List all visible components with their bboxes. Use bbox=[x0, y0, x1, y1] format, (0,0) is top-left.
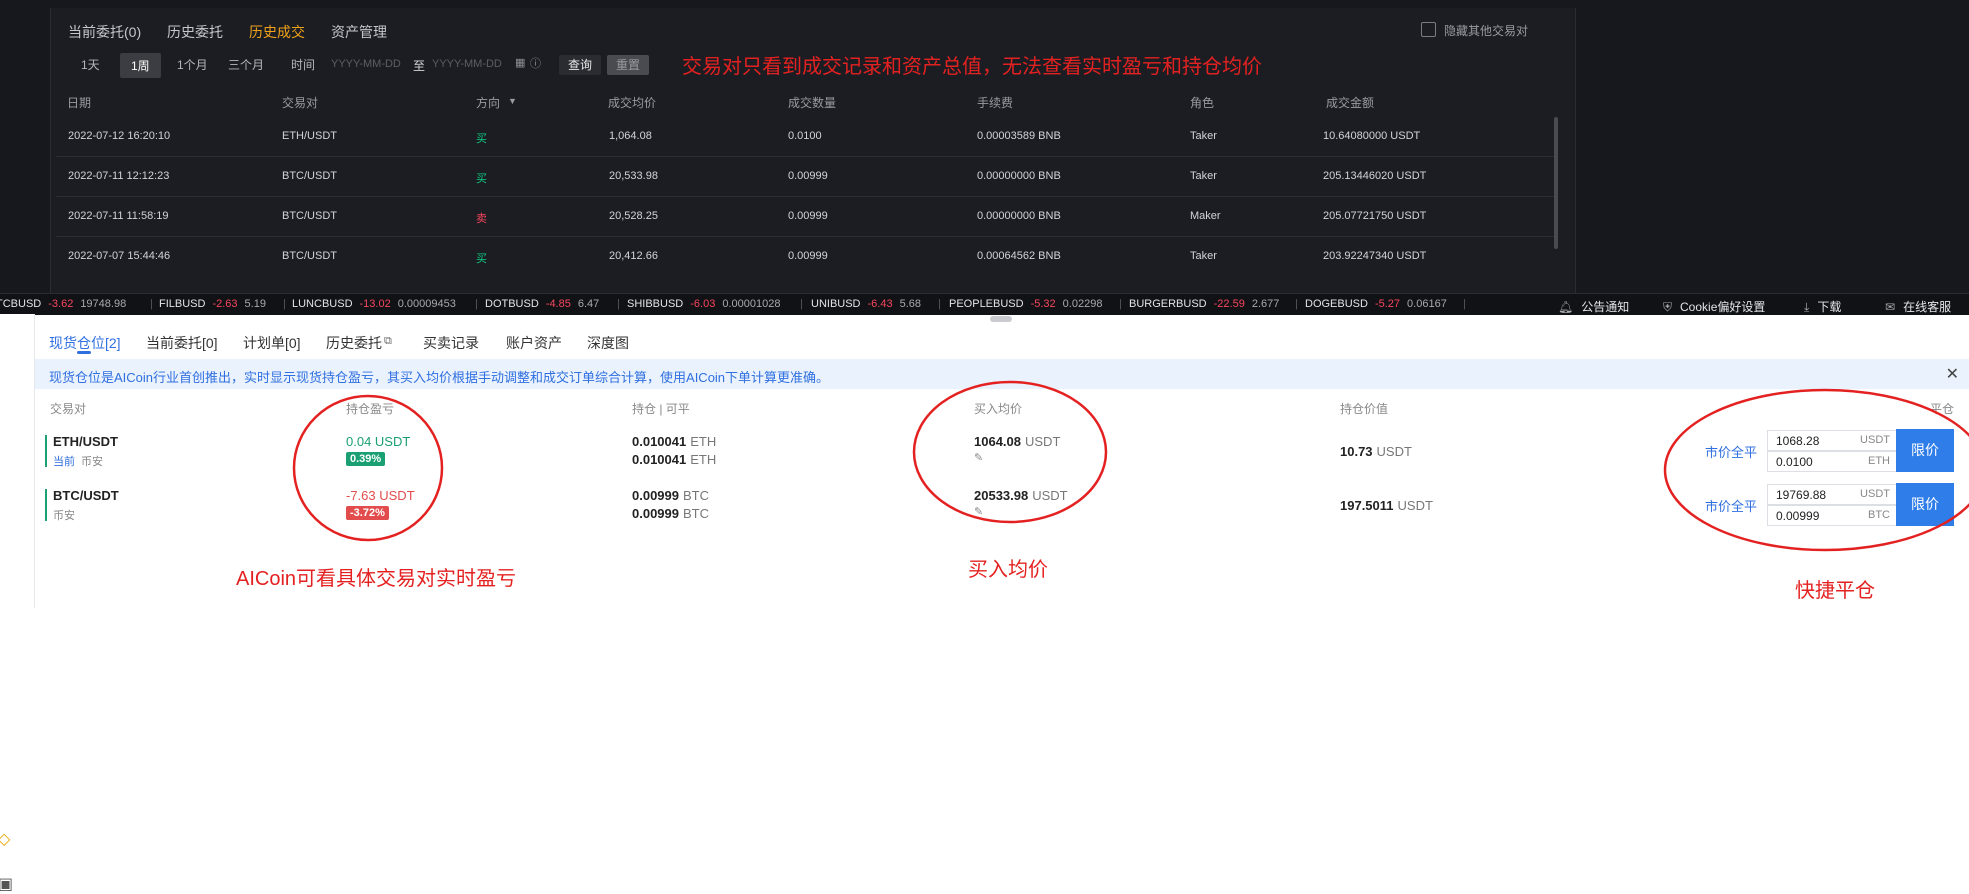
annotation-pnl: AICoin可看具体交易对实时盈亏 bbox=[236, 568, 517, 590]
annotation-avg: 买入均价 bbox=[968, 559, 1048, 581]
annotation-close: 快捷平仓 bbox=[1795, 580, 1875, 602]
annotation-circle-close bbox=[1663, 388, 1969, 552]
annotation-circle-avg bbox=[912, 380, 1108, 524]
annotation-overlay bbox=[292, 380, 1969, 552]
annotation-circle-pnl bbox=[292, 394, 444, 542]
box-icon[interactable]: ▣ bbox=[0, 874, 13, 894]
tag-icon[interactable]: ◇ bbox=[0, 829, 10, 849]
